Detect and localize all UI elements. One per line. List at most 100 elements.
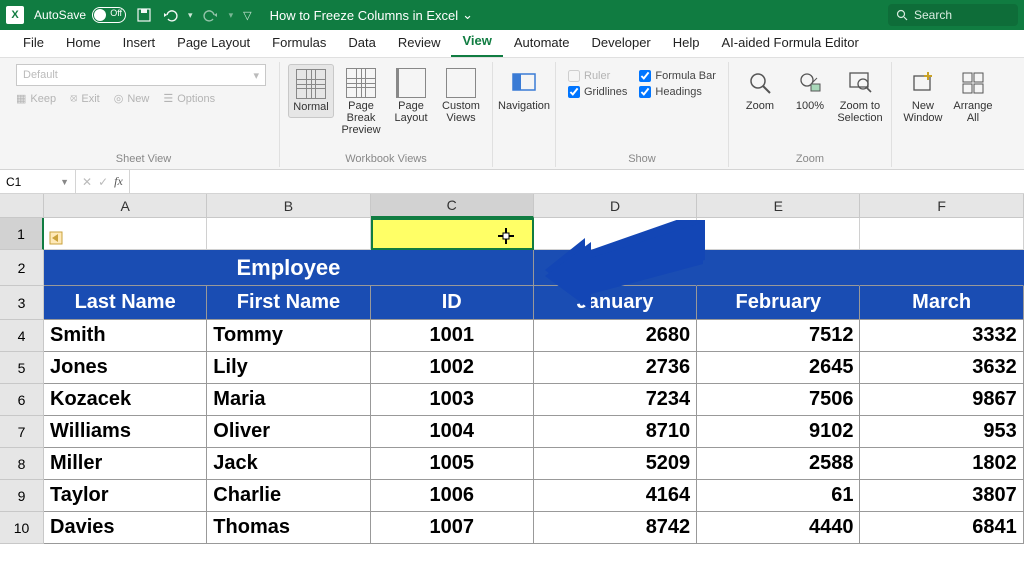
zoom-button[interactable]: Zoom	[737, 64, 783, 116]
row-header[interactable]: 7	[0, 416, 44, 448]
cell[interactable]	[860, 250, 1023, 286]
row-header[interactable]: 3	[0, 286, 44, 320]
formula-bar-checkbox[interactable]: Formula Bar	[639, 70, 716, 82]
save-icon[interactable]	[136, 7, 152, 23]
row-header[interactable]: 4	[0, 320, 44, 352]
tab-data[interactable]: Data	[337, 30, 386, 57]
row-header[interactable]: 8	[0, 448, 44, 480]
cell[interactable]	[44, 218, 207, 250]
cell[interactable]: 1006	[371, 480, 534, 512]
cell[interactable]: 2645	[697, 352, 860, 384]
cell[interactable]: 7512	[697, 320, 860, 352]
cell[interactable]: Tommy	[207, 320, 370, 352]
cell[interactable]: 1003	[371, 384, 534, 416]
cell[interactable]	[534, 218, 697, 250]
active-cell-c1[interactable]	[371, 218, 534, 250]
cell[interactable]: 3332	[860, 320, 1023, 352]
cell[interactable]: 4440	[697, 512, 860, 544]
cell[interactable]	[860, 218, 1023, 250]
cell[interactable]: 8710	[534, 416, 697, 448]
tab-ai-formula-editor[interactable]: AI-aided Formula Editor	[711, 30, 870, 57]
cell[interactable]: 7234	[534, 384, 697, 416]
cell[interactable]: 1004	[371, 416, 534, 448]
row-header[interactable]: 5	[0, 352, 44, 384]
tab-view[interactable]: View	[451, 28, 502, 57]
cell[interactable]: 2736	[534, 352, 697, 384]
name-box[interactable]: C1 ▼	[0, 170, 76, 193]
tab-automate[interactable]: Automate	[503, 30, 581, 57]
cell[interactable]: Taylor	[44, 480, 207, 512]
cell[interactable]: 1007	[371, 512, 534, 544]
tab-help[interactable]: Help	[662, 30, 711, 57]
row-header[interactable]: 9	[0, 480, 44, 512]
col-header-f[interactable]: F	[860, 194, 1023, 218]
paste-options-icon[interactable]	[48, 230, 64, 246]
cell[interactable]: Maria	[207, 384, 370, 416]
navigation-button[interactable]: Navigation	[501, 64, 547, 116]
cell[interactable]: 5209	[534, 448, 697, 480]
toggle-switch-icon[interactable]: Off	[92, 7, 126, 23]
new-window-button[interactable]: New Window	[900, 64, 946, 128]
col-header-e[interactable]: E	[697, 194, 860, 218]
cell[interactable]: 2680	[534, 320, 697, 352]
view-normal-button[interactable]: Normal	[288, 64, 334, 118]
formula-input[interactable]	[130, 170, 1024, 193]
cell[interactable]: 1802	[860, 448, 1023, 480]
cell[interactable]	[697, 218, 860, 250]
cell[interactable]: 61	[697, 480, 860, 512]
cell[interactable]: 8742	[534, 512, 697, 544]
col-header-d[interactable]: D	[534, 194, 697, 218]
spreadsheet-grid[interactable]: A B C D E F 1 2 Employee 3 Last Name Fir…	[0, 194, 1024, 544]
cell[interactable]: 6841	[860, 512, 1023, 544]
tab-insert[interactable]: Insert	[112, 30, 167, 57]
view-custom-views-button[interactable]: Custom Views	[438, 64, 484, 128]
select-all-corner[interactable]	[0, 194, 44, 218]
search-box[interactable]	[888, 4, 1018, 26]
cell[interactable]: Charlie	[207, 480, 370, 512]
search-input[interactable]	[914, 8, 1004, 22]
header-cell[interactable]: ID	[371, 286, 534, 320]
cell[interactable]: 1002	[371, 352, 534, 384]
cell[interactable]: 4164	[534, 480, 697, 512]
zoom-100-button[interactable]: 100%	[787, 64, 833, 116]
zoom-to-selection-button[interactable]: Zoom to Selection	[837, 64, 883, 128]
tab-file[interactable]: File	[12, 30, 55, 57]
gridlines-checkbox[interactable]: Gridlines	[568, 86, 627, 98]
header-cell[interactable]: March	[860, 286, 1023, 320]
cell[interactable]	[207, 218, 370, 250]
cell[interactable]: 9102	[697, 416, 860, 448]
chevron-down-icon[interactable]: ▼	[60, 177, 69, 187]
cell[interactable]: Kozacek	[44, 384, 207, 416]
cell[interactable]: Thomas	[207, 512, 370, 544]
cell[interactable]: Oliver	[207, 416, 370, 448]
cell[interactable]	[534, 250, 697, 286]
col-header-c[interactable]: C	[371, 194, 534, 218]
tab-review[interactable]: Review	[387, 30, 452, 57]
tab-page-layout[interactable]: Page Layout	[166, 30, 261, 57]
header-cell[interactable]: First Name	[207, 286, 370, 320]
header-cell[interactable]: February	[697, 286, 860, 320]
cell[interactable]: 3632	[860, 352, 1023, 384]
accept-formula-icon[interactable]: ✓	[98, 175, 108, 189]
cell[interactable]: 9867	[860, 384, 1023, 416]
cell[interactable]: Miller	[44, 448, 207, 480]
cell[interactable]: 7506	[697, 384, 860, 416]
arrange-all-button[interactable]: Arrange All	[950, 64, 996, 128]
undo-icon[interactable]	[162, 7, 178, 23]
tab-home[interactable]: Home	[55, 30, 112, 57]
header-cell[interactable]: January	[534, 286, 697, 320]
view-page-break-button[interactable]: Page Break Preview	[338, 64, 384, 140]
autosave-toggle[interactable]: AutoSave Off	[34, 7, 126, 23]
row-header[interactable]: 10	[0, 512, 44, 544]
merged-title-cell[interactable]: Employee	[44, 250, 534, 286]
cell[interactable]: 1005	[371, 448, 534, 480]
cell[interactable]: Jack	[207, 448, 370, 480]
document-title[interactable]: How to Freeze Columns in Excel ⌄	[270, 7, 473, 23]
cell[interactable]: 2588	[697, 448, 860, 480]
row-header[interactable]: 1	[0, 218, 44, 250]
cell[interactable]: Jones	[44, 352, 207, 384]
cell[interactable]: 3807	[860, 480, 1023, 512]
col-header-a[interactable]: A	[44, 194, 207, 218]
col-header-b[interactable]: B	[207, 194, 370, 218]
cell[interactable]: Williams	[44, 416, 207, 448]
